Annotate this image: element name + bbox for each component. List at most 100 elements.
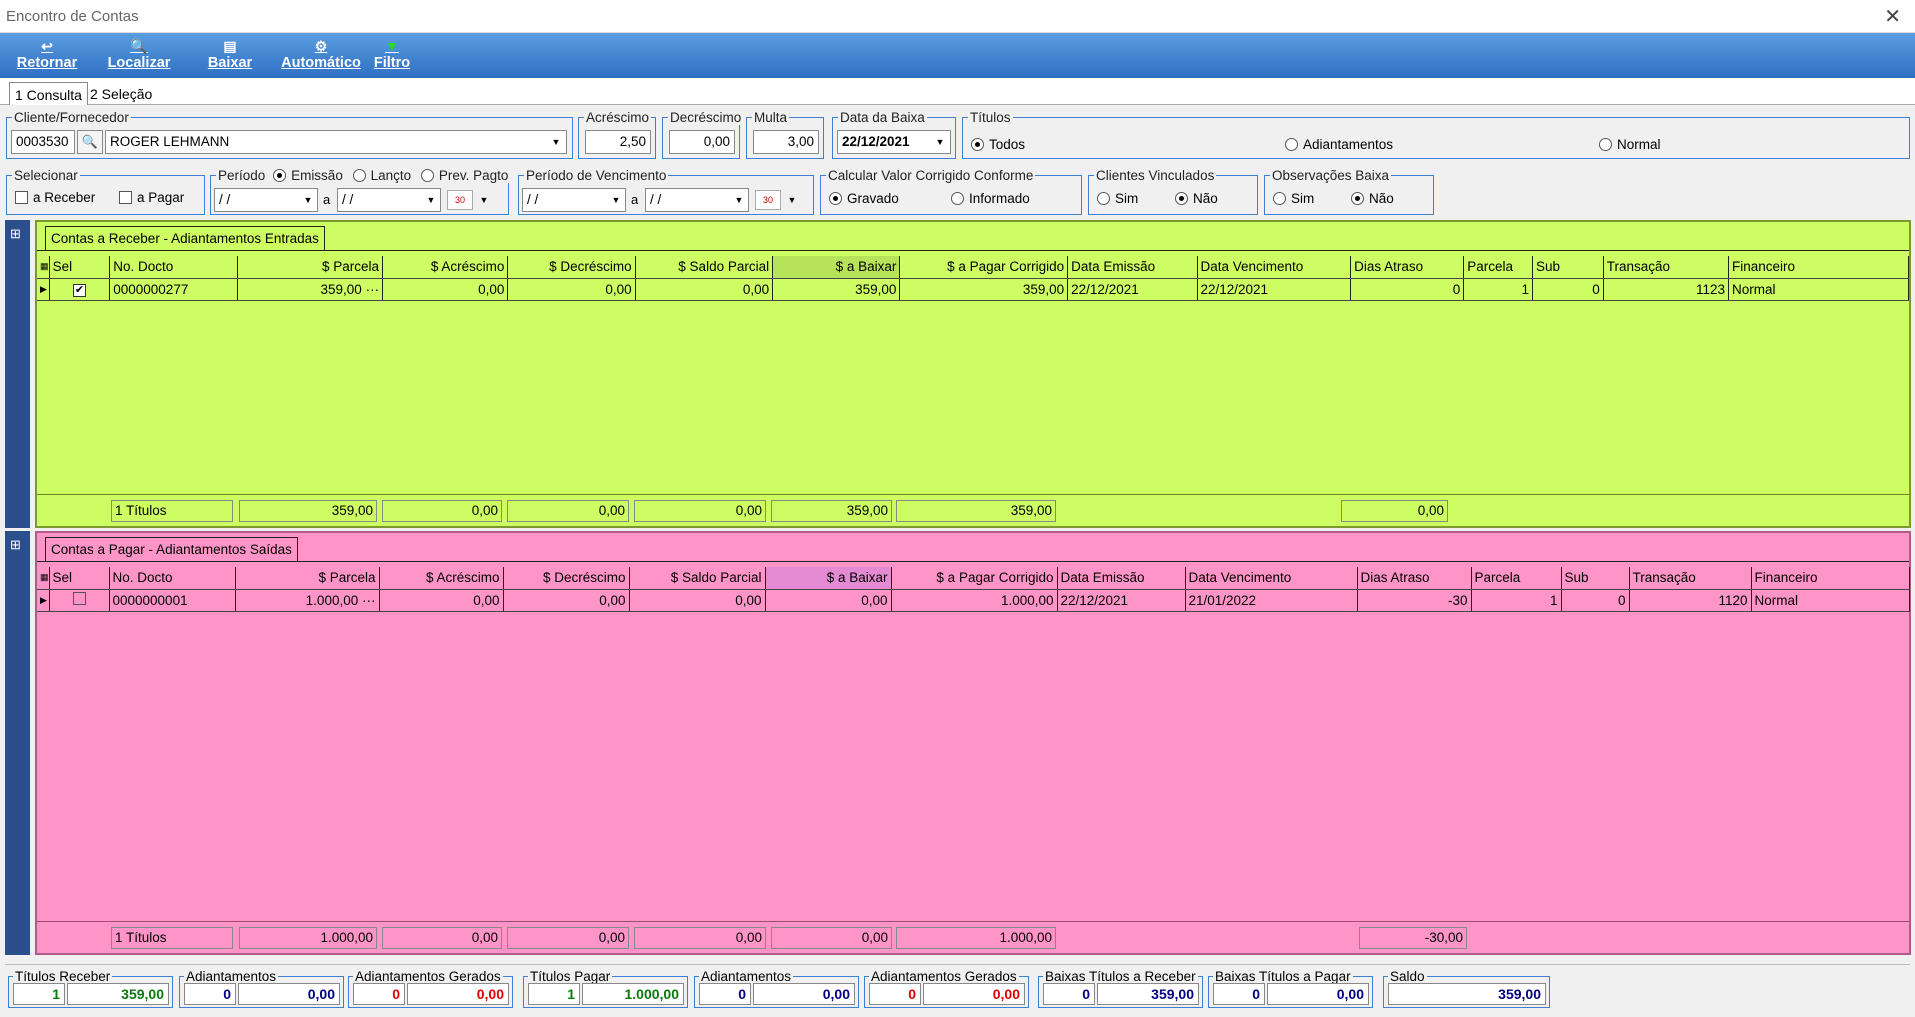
col-parc[interactable]: Parcela xyxy=(1471,567,1562,590)
radio-emissao[interactable]: Emissão xyxy=(273,168,343,183)
summary-titulos-receber: Títulos Receber 1 359,00 xyxy=(8,969,173,1008)
cell-parcela[interactable]: 1.000,00 ··· xyxy=(235,589,380,612)
col-atraso[interactable]: Dias Atraso xyxy=(1357,567,1472,590)
chevron-down-icon[interactable]: ▼ xyxy=(477,188,491,212)
radio-vinculados-sim[interactable]: Sim xyxy=(1097,191,1138,206)
col-saldo[interactable]: $ Saldo Parcial xyxy=(635,256,774,279)
col-transacao[interactable]: Transação xyxy=(1629,567,1752,590)
checkbox-a-receber[interactable]: a Receber xyxy=(15,190,95,205)
cell-decrescimo: 0,00 xyxy=(507,278,636,301)
col-corrigido[interactable]: $ a Pagar Corrigido xyxy=(891,567,1058,590)
summary-titulos-pagar: Títulos Pagar 1 1.000,00 xyxy=(523,969,688,1008)
summary-adiantamentos-gerados-receber: Adiantamentos Gerados 0 0,00 xyxy=(348,969,513,1008)
cell-docto: 0000000277 xyxy=(109,278,238,301)
radio-obs-sim[interactable]: Sim xyxy=(1273,191,1314,206)
baixar-button[interactable]: ▤ Baixar xyxy=(205,37,255,75)
cell-docto: 0000000001 xyxy=(109,589,236,612)
tab-bar: 1 Consulta 2 Seleção xyxy=(0,78,1915,105)
col-baixar[interactable]: $ a Baixar xyxy=(765,567,892,590)
col-parcela[interactable]: $ Parcela xyxy=(237,256,384,279)
radio-prev-pagto[interactable]: Prev. Pagto xyxy=(420,168,508,183)
col-emissao[interactable]: Data Emissão xyxy=(1067,256,1198,279)
table-row[interactable]: ▶ 0000000001 1.000,00 ··· 0,00 0,00 0,00… xyxy=(37,589,1910,612)
pagar-total-saldo: 0,00 xyxy=(634,927,766,949)
radio-normal[interactable]: Normal xyxy=(1599,137,1661,152)
cell-baixar[interactable]: 359,00 xyxy=(772,278,901,301)
radio-lancto[interactable]: Lançto xyxy=(352,168,411,183)
col-decrescimo[interactable]: $ Decréscimo xyxy=(507,256,636,279)
col-parcela[interactable]: $ Parcela xyxy=(235,567,380,590)
radio-todos[interactable]: Todos xyxy=(971,137,1025,152)
sel-checkbox[interactable] xyxy=(49,589,110,612)
radio-gravado[interactable]: Gravado xyxy=(829,191,899,206)
col-acrescimo[interactable]: $ Acréscimo xyxy=(379,567,504,590)
chevron-down-icon[interactable]: ▼ xyxy=(732,188,746,212)
vencimento-group: Período de Vencimento / / ▼ a / / ▼ 30 ▼ xyxy=(518,168,814,215)
multa-field[interactable]: 3,00 xyxy=(753,130,819,154)
calendar-icon[interactable]: 30 xyxy=(447,190,473,210)
col-parc[interactable]: Parcela xyxy=(1463,256,1533,279)
chevron-down-icon[interactable]: ▼ xyxy=(933,130,947,154)
col-sub[interactable]: Sub xyxy=(1561,567,1630,590)
checkbox-a-pagar[interactable]: a Pagar xyxy=(119,190,184,205)
cell-parcela[interactable]: 359,00 ··· xyxy=(237,278,384,301)
col-corrigido[interactable]: $ a Pagar Corrigido xyxy=(899,256,1069,279)
close-icon[interactable]: ✕ xyxy=(1884,4,1901,29)
col-docto[interactable]: No. Docto xyxy=(109,567,236,590)
col-atraso[interactable]: Dias Atraso xyxy=(1350,256,1465,279)
col-emissao[interactable]: Data Emissão xyxy=(1057,567,1186,590)
automatico-button[interactable]: ⚙ Automático xyxy=(278,37,364,75)
acrescimo-group: Acréscimo 2,50 xyxy=(578,110,656,159)
col-sub[interactable]: Sub xyxy=(1532,256,1604,279)
summary-adiantamentos-pagar: Adiantamentos 0 0,00 xyxy=(694,969,859,1008)
vinculados-group: Clientes Vinculados Sim Não xyxy=(1088,168,1258,215)
receber-total-titulos: 1 Títulos xyxy=(111,500,233,522)
tab-selecao[interactable]: 2 Seleção xyxy=(85,82,157,105)
acrescimo-field[interactable]: 2,50 xyxy=(585,130,651,154)
col-acrescimo[interactable]: $ Acréscimo xyxy=(382,256,509,279)
radio-adiantamentos[interactable]: Adiantamentos xyxy=(1285,137,1393,152)
decrescimo-field[interactable]: 0,00 xyxy=(669,130,735,154)
localizar-button[interactable]: 🔍 Localizar xyxy=(106,37,172,75)
cliente-name-field[interactable]: ROGER LEHMANN xyxy=(105,130,567,154)
cliente-code-field[interactable]: 0003530 xyxy=(11,130,75,154)
grid-icon[interactable]: ⊞ xyxy=(10,537,21,553)
row-selector-header: ▦ xyxy=(37,567,50,590)
cell-sub: 0 xyxy=(1561,589,1630,612)
retornar-button[interactable]: ↩ Retornar xyxy=(14,37,80,75)
pagar-total-acrescimo: 0,00 xyxy=(382,927,502,949)
receber-total-corrigido: 359,00 xyxy=(896,500,1056,522)
col-vencimento[interactable]: Data Vencimento xyxy=(1185,567,1358,590)
chevron-down-icon[interactable]: ▼ xyxy=(549,130,563,154)
col-saldo[interactable]: $ Saldo Parcial xyxy=(629,567,766,590)
sel-checkbox[interactable]: ✔ xyxy=(49,278,111,301)
col-sel[interactable]: Sel xyxy=(49,567,110,590)
chevron-down-icon[interactable]: ▼ xyxy=(785,188,799,212)
table-row[interactable]: ▶ ✔ 0000000277 359,00 ··· 0,00 0,00 0,00… xyxy=(37,278,1909,301)
row-pointer-icon: ▶ xyxy=(37,589,50,612)
search-icon[interactable]: 🔍 xyxy=(77,130,103,154)
grid-icon[interactable]: ⊞ xyxy=(10,226,21,242)
cell-baixar[interactable]: 0,00 xyxy=(765,589,892,612)
radio-vinculados-nao[interactable]: Não xyxy=(1175,191,1218,206)
col-transacao[interactable]: Transação xyxy=(1603,256,1730,279)
radio-informado[interactable]: Informado xyxy=(951,191,1030,206)
receber-total-decrescimo: 0,00 xyxy=(507,500,629,522)
col-sel[interactable]: Sel xyxy=(49,256,111,279)
col-docto[interactable]: No. Docto xyxy=(109,256,238,279)
col-vencimento[interactable]: Data Vencimento xyxy=(1197,256,1352,279)
radio-obs-nao[interactable]: Não xyxy=(1351,191,1394,206)
pagar-table: ▦ Sel No. Docto $ Parcela $ Acréscimo $ … xyxy=(37,567,1910,612)
chevron-down-icon[interactable]: ▼ xyxy=(424,188,438,212)
pagar-total-titulos: 1 Títulos xyxy=(111,927,233,949)
calendar-icon[interactable]: 30 xyxy=(755,190,781,210)
chevron-down-icon[interactable]: ▼ xyxy=(609,188,623,212)
col-financeiro[interactable]: Financeiro xyxy=(1728,256,1909,279)
col-financeiro[interactable]: Financeiro xyxy=(1751,567,1910,590)
col-decrescimo[interactable]: $ Decréscimo xyxy=(503,567,630,590)
tab-consulta[interactable]: 1 Consulta xyxy=(9,82,88,105)
filtro-button[interactable]: ▼ Filtro xyxy=(372,37,412,75)
chevron-down-icon[interactable]: ▼ xyxy=(301,188,315,212)
col-baixar[interactable]: $ a Baixar xyxy=(772,256,901,279)
receber-header-row: ▦ Sel No. Docto $ Parcela $ Acréscimo $ … xyxy=(37,256,1909,279)
